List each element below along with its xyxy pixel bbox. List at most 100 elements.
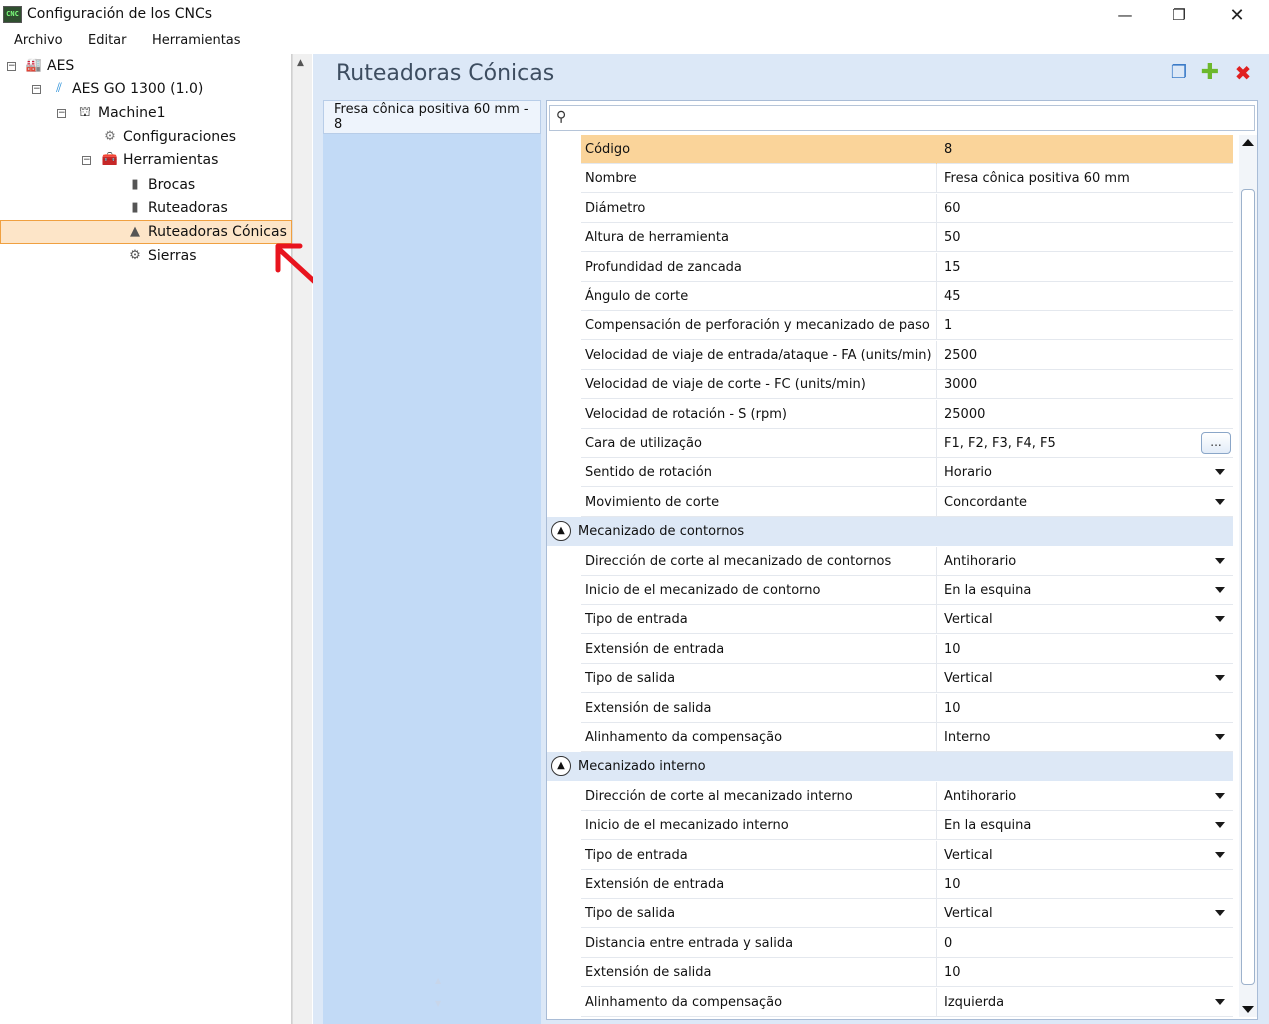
dropdown-caret-icon[interactable] [1215,675,1225,682]
tree-node-brocas[interactable]: ▮ Brocas [126,174,195,196]
dropdown-caret-icon[interactable] [1215,910,1225,917]
property-row-diametro[interactable]: Diámetro 60 [581,193,1233,223]
collapse-section-icon[interactable]: ▲ [551,521,571,542]
property-value[interactable]: Interno [938,723,1233,752]
property-value[interactable]: 2500 [938,341,1233,370]
property-value[interactable]: 45 [938,282,1233,311]
property-value[interactable]: Antihorario [938,547,1233,576]
property-value[interactable]: Vertical [938,605,1233,634]
property-value[interactable]: 0 [938,929,1233,958]
category-contornos[interactable]: ▲ Mecanizado de contornos [547,517,1233,547]
property-row-contorno-alinhamento[interactable]: Alinhamento da compensação Interno [581,723,1233,752]
ellipsis-button[interactable]: ... [1201,432,1231,454]
dropdown-caret-icon[interactable] [1215,998,1225,1005]
tree-node-sierras[interactable]: ⚙ Sierras [126,245,196,267]
copy-icon[interactable]: ❐ [1169,63,1189,83]
property-value[interactable]: Vertical [938,841,1233,870]
property-row-velocidad-fa[interactable]: Velocidad de viaje de entrada/ataque - F… [581,340,1233,370]
property-value[interactable]: En la esquina [938,576,1233,605]
close-button[interactable]: ✕ [1214,0,1260,30]
property-row-velocidad-fc[interactable]: Velocidad de viaje de corte - FC (units/… [581,370,1233,400]
minimize-button[interactable]: — [1102,0,1148,30]
property-row-nombre[interactable]: Nombre Fresa cônica positiva 60 mm [581,164,1233,194]
dropdown-caret-icon[interactable] [1215,587,1225,593]
property-row-interno-ext-salida[interactable]: Extensión de salida 10 [581,958,1233,988]
scroll-thumb[interactable] [1241,189,1255,985]
property-value[interactable]: Izquierda [938,988,1233,1017]
property-row-interno-ext-entrada[interactable]: Extensión de entrada 10 [581,870,1233,899]
list-scroll-up-icon[interactable]: ▲ [435,976,441,985]
property-row-contorno-ext-entrada[interactable]: Extensión de entrada 10 [581,634,1233,664]
tree-node-herramientas[interactable]: 🧰 Herramientas [101,149,218,171]
property-value[interactable]: Horario [938,458,1233,487]
property-row-altura[interactable]: Altura de herramienta 50 [581,223,1233,253]
property-row-contorno-direccion[interactable]: Dirección de corte al mecanizado de cont… [581,546,1233,576]
tree-node-configuraciones[interactable]: ⚙ Configuraciones [101,126,236,148]
property-row-contorno-tipo-salida[interactable]: Tipo de salida Vertical [581,664,1233,694]
property-value[interactable]: Concordante [938,488,1233,517]
tree-scrollbar[interactable]: ▲ [292,54,312,1024]
property-row-codigo[interactable]: Código 8 [581,135,1233,164]
dropdown-caret-icon[interactable] [1215,792,1225,799]
dropdown-caret-icon[interactable] [1215,498,1225,505]
property-row-contorno-tipo-entrada[interactable]: Tipo de entrada Vertical [581,605,1233,635]
tree-node-aes[interactable]: 🏭 AES [25,55,74,77]
property-value[interactable]: 25000 [938,400,1233,429]
property-value[interactable]: 50 [938,223,1233,252]
maximize-button[interactable]: ❐ [1156,0,1202,30]
property-row-contorno-inicio[interactable]: Inicio de el mecanizado de contorno En l… [581,576,1233,605]
list-item[interactable]: Fresa cônica positiva 60 mm - 8 [323,100,541,134]
add-icon[interactable]: ✚ [1200,62,1220,84]
dropdown-caret-icon[interactable] [1215,557,1225,564]
category-interno[interactable]: ▲ Mecanizado interno [547,752,1233,782]
delete-icon[interactable]: ✖ [1233,63,1253,83]
dropdown-caret-icon[interactable] [1215,822,1225,829]
collapse-herramientas-icon[interactable]: − [82,156,91,165]
tree-node-machine1[interactable]: ⛫ Machine1 [76,102,166,124]
property-value[interactable]: En la esquina [938,811,1233,840]
menu-editar[interactable]: Editar [88,33,127,48]
collapse-machine1-icon[interactable]: − [57,109,66,118]
collapse-aes-icon[interactable]: − [7,62,16,71]
property-value[interactable]: 10 [938,870,1233,899]
property-row-velocidad-s[interactable]: Velocidad de rotación - S (rpm) 25000 [581,399,1233,429]
property-search-input[interactable]: ⚲ [549,105,1255,131]
scroll-down-icon[interactable] [1242,1006,1254,1013]
property-value[interactable]: 8 [938,135,1233,164]
property-row-interno-inicio[interactable]: Inicio de el mecanizado interno En la es… [581,811,1233,841]
menu-herramientas[interactable]: Herramientas [152,33,241,48]
property-row-interno-direccion[interactable]: Dirección de corte al mecanizado interno… [581,781,1233,811]
property-value[interactable]: Antihorario [938,782,1233,811]
dropdown-caret-icon[interactable] [1215,851,1225,858]
scroll-up-icon[interactable]: ▲ [297,58,304,68]
list-scroll-down-icon[interactable]: ▼ [435,999,441,1008]
tree-node-ruteadoras-conicas[interactable]: ▲ Ruteadoras Cónicas [126,221,287,243]
collapse-aes-go-icon[interactable]: − [32,85,41,94]
property-value[interactable]: 10 [938,958,1233,987]
property-row-contorno-ext-salida[interactable]: Extensión de salida 10 [581,693,1233,723]
property-row-cara[interactable]: Cara de utilização F1, F2, F3, F4, F5 ..… [581,429,1233,458]
property-row-sentido[interactable]: Sentido de rotación Horario [581,458,1233,488]
tree-node-aes-go-1300[interactable]: ⫽ AES GO 1300 (1.0) [50,78,203,100]
scroll-up-icon[interactable] [1242,139,1254,146]
tree-node-ruteadoras[interactable]: ▮ Ruteadoras [126,197,227,219]
property-row-movimiento[interactable]: Movimiento de corte Concordante [581,487,1233,517]
property-value[interactable]: 15 [938,253,1233,282]
property-row-profundidad[interactable]: Profundidad de zancada 15 [581,252,1233,282]
property-grid-scrollbar[interactable] [1239,135,1257,1017]
property-row-interno-alinhamento[interactable]: Alinhamento da compensação Izquierda [581,987,1233,1017]
property-value[interactable]: Fresa cônica positiva 60 mm [938,164,1233,193]
property-value[interactable]: 10 [938,635,1233,664]
property-value[interactable]: Vertical [938,664,1233,693]
dropdown-caret-icon[interactable] [1215,469,1225,476]
property-value[interactable]: Vertical [938,899,1233,928]
property-value[interactable]: 60 [938,194,1233,223]
property-row-interno-distancia[interactable]: Distancia entre entrada y salida 0 [581,928,1233,958]
property-row-interno-tipo-salida[interactable]: Tipo de salida Vertical [581,899,1233,929]
collapse-section-icon[interactable]: ▲ [551,756,571,777]
dropdown-caret-icon[interactable] [1215,616,1225,623]
menu-archivo[interactable]: Archivo [14,33,63,48]
property-row-interno-tipo-entrada[interactable]: Tipo de entrada Vertical [581,840,1233,870]
property-value[interactable]: 1 [938,311,1233,340]
property-value[interactable]: F1, F2, F3, F4, F5 [938,429,1233,458]
